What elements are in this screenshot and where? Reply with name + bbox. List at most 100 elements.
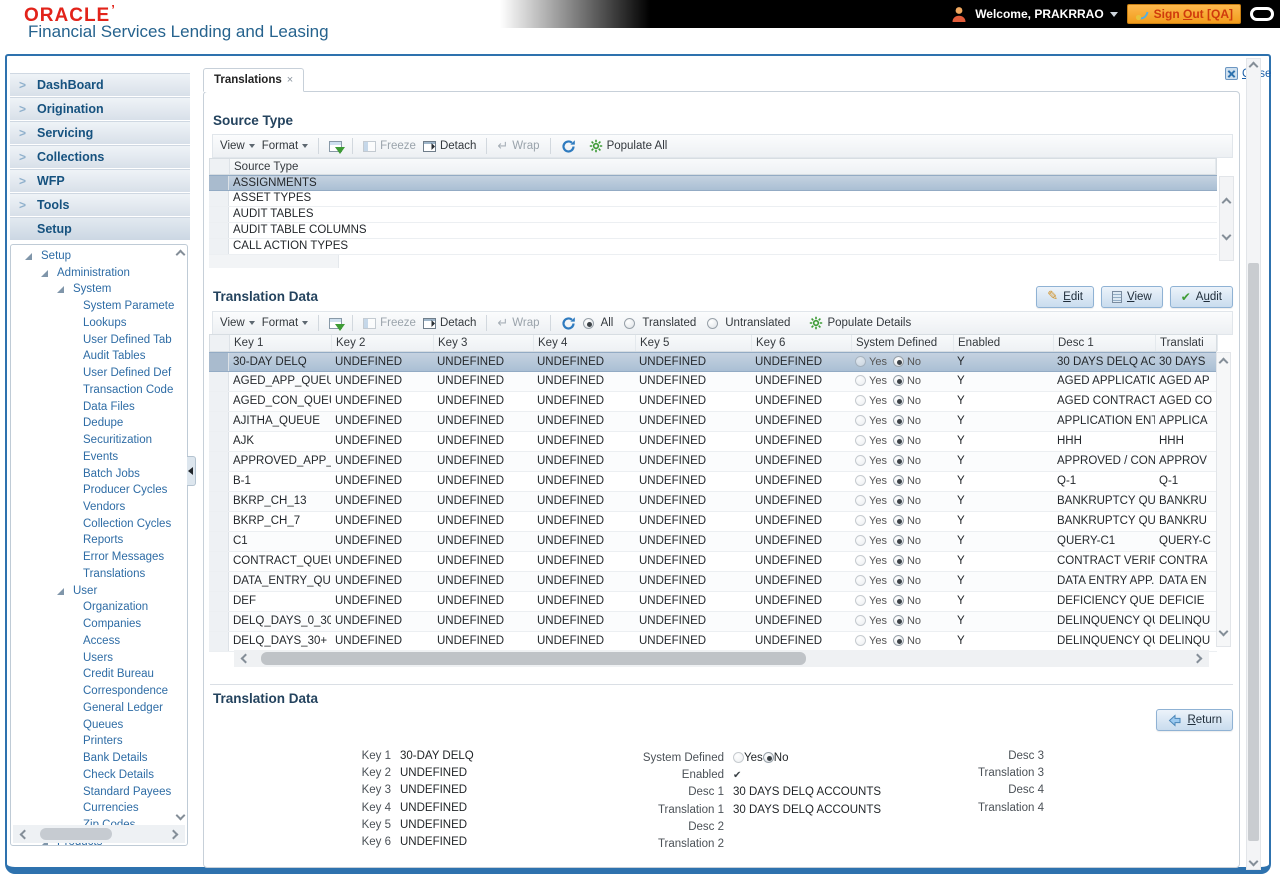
tree-item-bank-details[interactable]: Bank Details — [11, 750, 188, 767]
translation-table-vertical-scrollbar[interactable] — [1216, 352, 1231, 647]
sidebar-collapse-handle[interactable] — [187, 456, 196, 486]
translation-row[interactable]: CONTRACT_QUEUEUNDEFINEDUNDEFINEDUNDEFINE… — [209, 552, 1217, 572]
no-radio[interactable] — [893, 535, 904, 546]
translation-row[interactable]: DELQ_DAYS_30+UNDEFINEDUNDEFINEDUNDEFINED… — [209, 632, 1217, 652]
sidebar-item-tools[interactable]: >Tools — [10, 193, 190, 217]
column-header-key-6[interactable]: Key 6 — [752, 335, 852, 351]
sidebar-item-servicing[interactable]: >Servicing — [10, 121, 190, 145]
no-radio[interactable] — [763, 752, 774, 763]
yes-radio[interactable] — [855, 356, 866, 367]
tree-item-queues[interactable]: Queues — [11, 717, 188, 734]
tree-item-transaction-code[interactable]: Transaction Code — [11, 382, 188, 399]
no-radio[interactable] — [893, 635, 904, 646]
refresh-icon[interactable] — [561, 139, 576, 154]
no-radio[interactable] — [893, 435, 904, 446]
translation-row[interactable]: AGED_APP_QUEUEUNDEFINEDUNDEFINEDUNDEFINE… — [209, 372, 1217, 392]
detail-enabled-checkbox[interactable]: ✔ — [733, 767, 741, 784]
source-type-row[interactable]: ASSET TYPES — [209, 191, 1217, 207]
source-type-row[interactable]: AUDIT TABLES — [209, 207, 1217, 223]
filter-all-radio[interactable] — [583, 318, 594, 329]
tree-hscroll-thumb[interactable] — [40, 828, 112, 840]
detach-button[interactable]: Detach — [423, 140, 476, 152]
tree-item-producer-cycles[interactable]: Producer Cycles — [11, 482, 188, 499]
tree-horizontal-scrollbar[interactable] — [13, 825, 185, 843]
scroll-down-icon[interactable] — [1249, 857, 1259, 867]
yes-radio[interactable] — [855, 415, 866, 426]
tree-item-reports[interactable]: Reports — [11, 532, 188, 549]
source-table-vertical-scrollbar[interactable] — [1219, 176, 1234, 261]
column-header-enabled[interactable]: Enabled — [954, 335, 1054, 351]
yes-radio[interactable] — [855, 375, 866, 386]
tree-item-user-defined-def[interactable]: User Defined Def — [11, 365, 188, 382]
sidebar-item-collections[interactable]: >Collections — [10, 145, 190, 169]
tree-item-setup[interactable]: Setup — [11, 248, 188, 265]
wrap-button[interactable]: ↵Wrap — [497, 317, 539, 329]
yes-radio[interactable] — [855, 475, 866, 486]
no-radio[interactable] — [893, 495, 904, 506]
column-header-system-defined[interactable]: System Defined — [852, 335, 954, 351]
no-radio[interactable] — [893, 375, 904, 386]
edit-button[interactable]: ✎Edit — [1036, 286, 1094, 308]
translation-row[interactable]: AGED_CON_QUEUEUNDEFINEDUNDEFINEDUNDEFINE… — [209, 392, 1217, 412]
tree-item-standard-payees[interactable]: Standard Payees — [11, 784, 188, 801]
hscroll-thumb[interactable] — [261, 652, 806, 665]
tree-item-translations[interactable]: Translations — [11, 566, 188, 583]
no-radio[interactable] — [893, 515, 904, 526]
yes-radio[interactable] — [855, 515, 866, 526]
yes-radio[interactable] — [733, 752, 744, 763]
query-by-example-icon[interactable] — [329, 318, 342, 329]
yes-radio[interactable] — [855, 435, 866, 446]
no-radio[interactable] — [893, 555, 904, 566]
page-vertical-scrollbar[interactable] — [1246, 58, 1261, 870]
no-radio[interactable] — [893, 475, 904, 486]
filter-untranslated-radio[interactable] — [707, 318, 718, 329]
yes-radio[interactable] — [855, 595, 866, 606]
scroll-down-icon[interactable] — [1222, 231, 1232, 241]
sidebar-item-origination[interactable]: >Origination — [10, 97, 190, 121]
view-menu[interactable]: View — [220, 140, 255, 152]
column-header-key-5[interactable]: Key 5 — [636, 335, 752, 351]
column-header-translati[interactable]: Translati — [1156, 335, 1218, 351]
refresh-icon[interactable] — [561, 316, 576, 331]
freeze-button[interactable]: Freeze — [363, 317, 416, 329]
return-button[interactable]: Return — [1156, 709, 1233, 731]
yes-radio[interactable] — [855, 455, 866, 466]
no-radio[interactable] — [893, 615, 904, 626]
source-type-row[interactable]: CALL ACTION TYPES — [209, 239, 1217, 255]
tab-translations[interactable]: Translations × — [203, 68, 304, 92]
tree-item-events[interactable]: Events — [11, 449, 188, 466]
tree-item-user[interactable]: User — [11, 583, 188, 600]
tree-item-credit-bureau[interactable]: Credit Bureau — [11, 666, 188, 683]
tree-item-collection-cycles[interactable]: Collection Cycles — [11, 516, 188, 533]
view-button[interactable]: View — [1101, 286, 1163, 308]
tree-item-administration[interactable]: Administration — [11, 265, 188, 282]
tab-close-icon[interactable]: × — [287, 74, 293, 86]
translation-row[interactable]: APPROVED_APP_...UNDEFINEDUNDEFINEDUNDEFI… — [209, 452, 1217, 472]
yes-radio[interactable] — [855, 495, 866, 506]
column-header-key-2[interactable]: Key 2 — [332, 335, 434, 351]
sign-out-button[interactable]: Sign Out [QA] — [1127, 4, 1241, 24]
tree-item-system[interactable]: System — [11, 281, 188, 298]
translation-row[interactable]: DEFUNDEFINEDUNDEFINEDUNDEFINEDUNDEFINEDU… — [209, 592, 1217, 612]
no-radio[interactable] — [893, 455, 904, 466]
no-radio[interactable] — [893, 575, 904, 586]
tree-item-audit-tables[interactable]: Audit Tables — [11, 348, 188, 365]
no-radio[interactable] — [893, 415, 904, 426]
tree-item-dedupe[interactable]: Dedupe — [11, 415, 188, 432]
welcome-menu[interactable]: Welcome, PRAKRRAO — [975, 7, 1117, 21]
tree-item-check-details[interactable]: Check Details — [11, 767, 188, 784]
format-menu[interactable]: Format — [262, 317, 308, 329]
scroll-left-icon[interactable] — [241, 654, 251, 664]
sidebar-item-dashboard[interactable]: >DashBoard — [10, 73, 190, 97]
tree-item-system-paramete[interactable]: System Paramete — [11, 298, 188, 315]
translation-row[interactable]: C1UNDEFINEDUNDEFINEDUNDEFINEDUNDEFINEDUN… — [209, 532, 1217, 552]
scroll-right-icon[interactable] — [1193, 654, 1203, 664]
tree-item-batch-jobs[interactable]: Batch Jobs — [11, 466, 188, 483]
tree-item-data-files[interactable]: Data Files — [11, 399, 188, 416]
no-radio[interactable] — [893, 395, 904, 406]
sidebar-item-setup[interactable]: Setup — [10, 217, 190, 241]
column-header-key-4[interactable]: Key 4 — [534, 335, 636, 351]
tree-scroll-left-icon[interactable] — [20, 829, 30, 839]
source-type-row[interactable]: AUDIT TABLE COLUMNS — [209, 223, 1217, 239]
tree-scroll-right-icon[interactable] — [169, 829, 179, 839]
